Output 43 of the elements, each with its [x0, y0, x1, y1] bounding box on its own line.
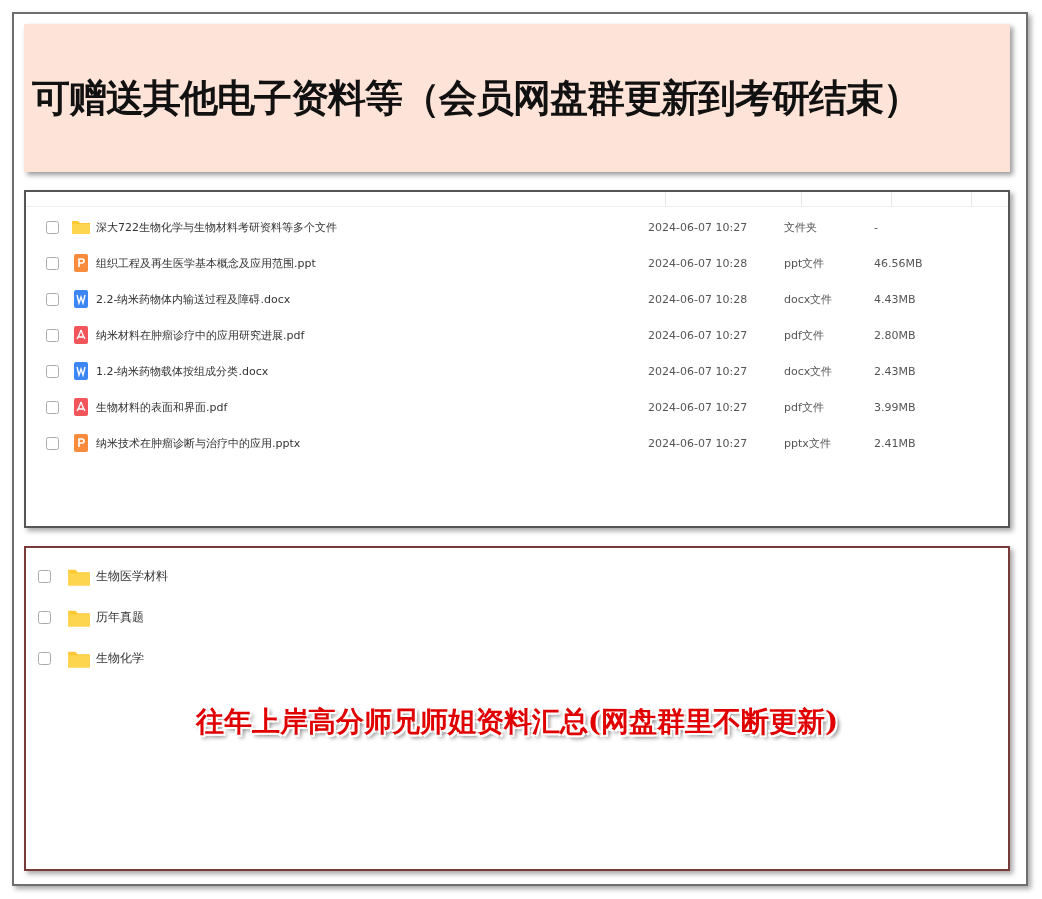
- modified-date: 2024-06-07 10:27: [648, 436, 749, 450]
- file-name: 1.2-纳米药物载体按组成分类.docx: [96, 363, 270, 379]
- file-size: 2.41MB: [874, 436, 917, 450]
- file-size: 46.56MB: [874, 256, 924, 270]
- file-type: pptx文件: [784, 435, 832, 451]
- file-row[interactable]: 组织工程及再生医学基本概念及应用范围.ppt 2024-06-07 10:28 ppt文件 46.56MB: [26, 245, 1008, 281]
- folder-row[interactable]: 生物化学: [26, 638, 1008, 679]
- file-row[interactable]: 纳米材料在肿瘤诊疗中的应用研究进展.pdf 2024-06-07 10:27 pdf文件 2.80MB: [26, 317, 1008, 353]
- file-type: pdf文件: [784, 327, 825, 343]
- file-name: 纳米材料在肿瘤诊疗中的应用研究进展.pdf: [96, 327, 306, 343]
- file-row[interactable]: 2.2-纳米药物体内输送过程及障碍.docx 2024-06-07 10:28 docx文件 4.43MB: [26, 281, 1008, 317]
- caption: 往年上岸高分师兄师姐资料汇总(网盘群里不断更新): [195, 704, 839, 740]
- folder-row[interactable]: 历年真题: [26, 597, 1008, 638]
- file-row[interactable]: 纳米技术在肿瘤诊断与治疗中的应用.pptx 2024-06-07 10:27 pptx文件 2.41MB: [26, 425, 1008, 461]
- file-name: 纳米技术在肿瘤诊断与治疗中的应用.pptx: [96, 435, 302, 451]
- file-size: 4.43MB: [874, 292, 917, 306]
- file-row[interactable]: 生物材料的表面和界面.pdf 2024-06-07 10:27 pdf文件 3.99MB: [26, 389, 1008, 425]
- folder-name: 历年真题: [96, 609, 145, 626]
- modified-date: 2024-06-07 10:27: [648, 400, 749, 414]
- modified-date: 2024-06-07 10:27: [648, 220, 749, 234]
- file-size: 2.43MB: [874, 364, 917, 378]
- folder-row[interactable]: 生物医学材料: [26, 556, 1008, 597]
- modified-date: 2024-06-07 10:27: [648, 328, 749, 342]
- file-type: pdf文件: [784, 399, 825, 415]
- file-size: 2.80MB: [874, 328, 917, 342]
- file-type: docx文件: [784, 291, 834, 307]
- modified-date: 2024-06-07 10:28: [648, 292, 749, 306]
- file-row[interactable]: 深大722生物化学与生物材料考研资料等多个文件 2024-06-07 10:27 文件夹 -: [26, 209, 1008, 245]
- folder-name: 生物化学: [96, 650, 145, 667]
- file-row[interactable]: 1.2-纳米药物载体按组成分类.docx 2024-06-07 10:27 docx文件 2.43MB: [26, 353, 1008, 389]
- file-size: 3.99MB: [874, 400, 917, 414]
- folder-name: 生物医学材料: [96, 568, 169, 585]
- file-name: 深大722生物化学与生物材料考研资料等多个文件: [96, 219, 338, 235]
- file-name: 2.2-纳米药物体内输送过程及障碍.docx: [96, 291, 292, 307]
- file-name: 组织工程及再生医学基本概念及应用范围.ppt: [96, 255, 317, 271]
- banner-title: 可赠送其他电子资料等（会员网盘群更新到考研结束）: [32, 73, 920, 122]
- modified-date: 2024-06-07 10:27: [648, 364, 749, 378]
- file-type: ppt文件: [784, 255, 826, 271]
- modified-date: 2024-06-07 10:28: [648, 256, 749, 270]
- file-type: 文件夹: [784, 219, 818, 235]
- file-type: docx文件: [784, 363, 834, 379]
- file-name: 生物材料的表面和界面.pdf: [96, 399, 229, 415]
- file-size: -: [874, 220, 879, 234]
